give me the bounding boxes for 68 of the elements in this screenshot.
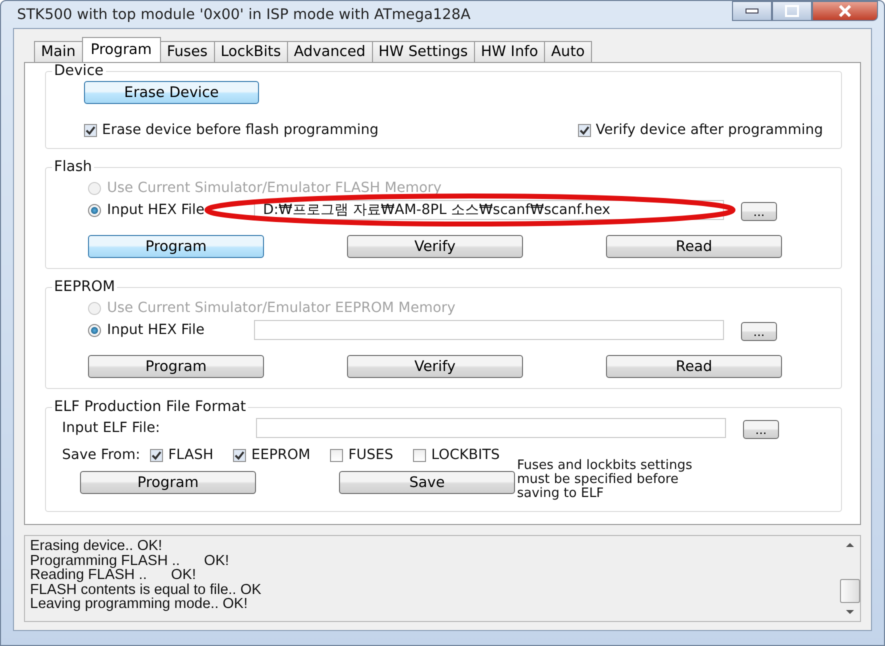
elf-file-field[interactable] <box>256 418 726 438</box>
close-button[interactable] <box>812 1 878 21</box>
scroll-down-icon[interactable] <box>845 609 855 615</box>
log-line: Reading FLASH .. OK! <box>30 568 198 583</box>
radio-label: Use Current Simulator/Emulator FLASH Memory <box>107 180 442 196</box>
browse-button[interactable]: ... <box>741 322 777 341</box>
checkbox[interactable]: EEPROM <box>233 447 310 463</box>
checkbox-square[interactable] <box>330 448 344 462</box>
radio-button[interactable] <box>88 324 101 336</box>
minimize-icon <box>745 8 759 14</box>
checkbox-label: LOCKBITS <box>431 447 500 463</box>
checkbox-square[interactable] <box>578 124 591 136</box>
file-path-field[interactable] <box>254 320 724 340</box>
action-button[interactable]: Read <box>606 235 782 258</box>
check-icon <box>234 450 246 460</box>
action-button[interactable]: Verify <box>347 235 523 258</box>
checkbox-square[interactable] <box>413 448 426 462</box>
log-line: Erasing device.. OK! <box>30 539 164 554</box>
note-text: Fuses and lockbits settings must be specified before saving to ELF <box>517 459 694 501</box>
browse-button[interactable]: ... <box>741 202 777 221</box>
checkbox-square[interactable] <box>233 448 246 462</box>
check-icon <box>151 450 162 460</box>
action-button[interactable]: Read <box>606 355 782 378</box>
radio-label: Input HEX File <box>107 202 205 218</box>
checkbox-square[interactable] <box>84 124 97 136</box>
window-title: STK500 with top module '0x00' in ISP mode with ATmega128A <box>17 6 471 22</box>
checkbox-label: FLASH <box>168 447 214 463</box>
group-title: Flash <box>53 159 93 175</box>
tab[interactable]: Main <box>34 41 83 62</box>
group-title: EEPROM <box>53 279 116 295</box>
check-icon <box>85 124 96 136</box>
maximize-icon <box>785 5 799 17</box>
browse-button[interactable]: ... <box>743 420 779 439</box>
checkbox[interactable]: FUSES <box>330 447 394 463</box>
checkbox-label: FUSES <box>348 447 394 463</box>
action-button[interactable]: Program <box>88 235 264 258</box>
minimize-button[interactable] <box>732 1 772 21</box>
erase-device-button[interactable]: Erase Device <box>84 81 259 104</box>
field-label: Input ELF File: <box>62 420 161 436</box>
tab[interactable]: HW Info <box>474 41 546 62</box>
scroll-up-icon[interactable] <box>845 542 855 548</box>
field-label: Save From: <box>62 447 140 463</box>
checkbox[interactable]: LOCKBITS <box>413 447 500 463</box>
tab[interactable]: Program <box>82 37 161 62</box>
checkbox-square[interactable] <box>150 448 164 462</box>
group-title: ELF Production File Format <box>53 399 247 415</box>
group-title: Device <box>53 63 105 79</box>
check-icon <box>578 124 590 136</box>
radio-button[interactable] <box>88 204 101 216</box>
tab[interactable]: Advanced <box>286 41 372 62</box>
radio-label: Use Current Simulator/Emulator EEPROM Memory <box>107 300 456 316</box>
action-button[interactable]: Save <box>339 471 515 494</box>
tab[interactable]: HW Settings <box>372 41 475 62</box>
action-button[interactable]: Verify <box>347 355 523 378</box>
checkbox[interactable]: FLASH <box>150 447 214 463</box>
tab[interactable]: LockBits <box>214 41 288 62</box>
tab[interactable]: Auto <box>544 41 592 62</box>
checkbox-label: EEPROM <box>251 447 310 463</box>
log-line: Leaving programming mode.. OK! <box>30 597 249 612</box>
tab[interactable]: Fuses <box>160 41 215 62</box>
action-button[interactable]: Program <box>88 355 264 378</box>
log-line: Programming FLASH .. OK! <box>30 554 230 568</box>
scroll-thumb[interactable] <box>840 578 860 602</box>
close-icon <box>838 5 852 17</box>
log-line: FLASH contents is equal to file.. OK <box>30 582 262 598</box>
radio-label: Input HEX File <box>107 322 205 338</box>
action-button[interactable]: Program <box>80 471 256 494</box>
maximize-button[interactable] <box>772 1 812 21</box>
